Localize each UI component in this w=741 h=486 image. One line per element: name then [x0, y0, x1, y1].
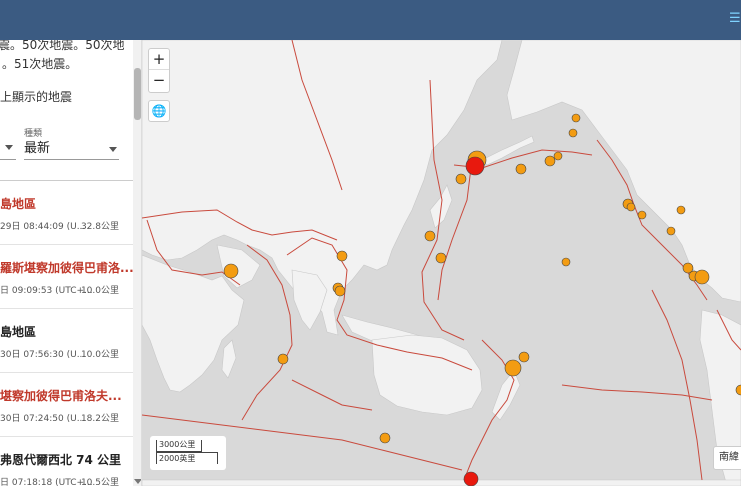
scale-mi: 2000英里 [156, 452, 218, 464]
zoom-control: + − [148, 48, 170, 93]
filter-select[interactable] [0, 138, 16, 160]
list-item[interactable]: 堪察加彼得巴甫洛夫... 30日 07:24:50 (U... 18.2公里 [0, 373, 133, 437]
scale-bar: 3000公里 2000英里 [150, 436, 226, 470]
scale-km: 3000公里 [156, 440, 202, 452]
zoom-in-button[interactable]: + [149, 49, 169, 70]
quake-title: 羅斯堪察加彼得巴甫洛... [0, 261, 134, 275]
land-north-america [506, 40, 741, 303]
scroll-down-icon[interactable] [134, 479, 141, 484]
quake-time: 30日 07:56:30 (U... [0, 350, 86, 360]
list-item[interactable]: 弗恩代爾西北 74 公里 日 07:18:18 (UTC+... 10.5公里 [0, 437, 133, 486]
plate-boundary [651, 289, 703, 481]
quake-marker [223, 263, 239, 279]
quake-marker [553, 151, 563, 161]
land-madagascar [221, 339, 237, 379]
land-aleutians [481, 135, 535, 166]
top-app-bar: ☰ [0, 0, 741, 40]
list-scrollbar[interactable] [133, 40, 141, 486]
plate-boundary [291, 379, 373, 411]
quake-marker [626, 202, 636, 212]
quake-marker [637, 210, 647, 220]
scrollbar-thumb[interactable] [134, 68, 141, 120]
quake-depth: 10.0公里 [80, 350, 119, 360]
quake-title: 弗恩代爾西北 74 公里 [0, 453, 122, 467]
quake-marker [455, 173, 467, 185]
land-australia [371, 334, 483, 416]
globe-icon[interactable]: 🌐 [148, 100, 170, 122]
land-newzealand [491, 369, 521, 421]
sort-value: 最新 [24, 141, 51, 156]
list-icon[interactable]: ☰ [729, 12, 741, 26]
quake-marker [561, 257, 571, 267]
quake-marker [334, 285, 346, 297]
legend-button[interactable]: 南緯 [713, 446, 741, 470]
zoom-out-button[interactable]: − [149, 70, 169, 91]
quake-marker [504, 359, 522, 377]
quake-marker [435, 252, 447, 264]
quake-marker [544, 155, 556, 167]
quake-marker [277, 353, 289, 365]
quake-depth: 10.5公里 [80, 478, 119, 486]
summary-line-1: 震。50次地震。50次地 [0, 40, 125, 52]
plate-boundary [437, 159, 473, 301]
list-item[interactable]: 島地區 30日 07:56:30 (U... 10.0公里 [0, 309, 133, 373]
chevron-down-icon [109, 147, 117, 152]
list-item[interactable]: 島地區 29日 08:44:09 (U... 32.8公里 [0, 181, 133, 245]
quake-depth: 10.0公里 [80, 286, 119, 296]
world-map[interactable] [142, 40, 741, 486]
quake-marker [465, 156, 485, 176]
quake-marker [568, 128, 578, 138]
quake-marker [676, 205, 686, 215]
map-filter-label[interactable]: 上顯示的地震 [0, 88, 72, 105]
quake-marker [571, 113, 581, 123]
quake-time: 30日 07:24:50 (U... [0, 414, 86, 424]
quake-marker [694, 269, 710, 285]
quake-title: 堪察加彼得巴甫洛夫... [0, 389, 122, 403]
quake-marker [336, 250, 348, 262]
summary-line-2: 。51次地震。 [2, 57, 78, 71]
quake-time: 日 09:09:53 (UTC+... [0, 286, 93, 296]
list-item[interactable]: 羅斯堪察加彼得巴甫洛... 日 09:09:53 (UTC+... 10.0公里 [0, 245, 134, 309]
quake-time: 日 07:18:18 (UTC+... [0, 478, 93, 486]
quake-depth: 18.2公里 [80, 414, 119, 424]
quake-marker [463, 471, 479, 486]
quake-marker [666, 226, 676, 236]
land-antarctica [142, 479, 741, 486]
quake-marker [518, 351, 530, 363]
earthquake-list-panel: 震。50次地震。50次地 。51次地震。 上顯示的地震 種類 最新 島地區 29… [0, 40, 142, 486]
quake-title: 島地區 [0, 197, 37, 211]
quake-marker [424, 230, 436, 242]
quake-marker [515, 163, 527, 175]
chevron-down-icon [5, 145, 13, 150]
quake-depth: 32.8公里 [80, 222, 119, 232]
quake-marker [379, 432, 391, 444]
quake-time: 29日 08:44:09 (U... [0, 222, 86, 232]
earthquake-map[interactable] [142, 40, 741, 486]
sort-select[interactable]: 最新 [24, 138, 119, 160]
quake-title: 島地區 [0, 325, 37, 339]
